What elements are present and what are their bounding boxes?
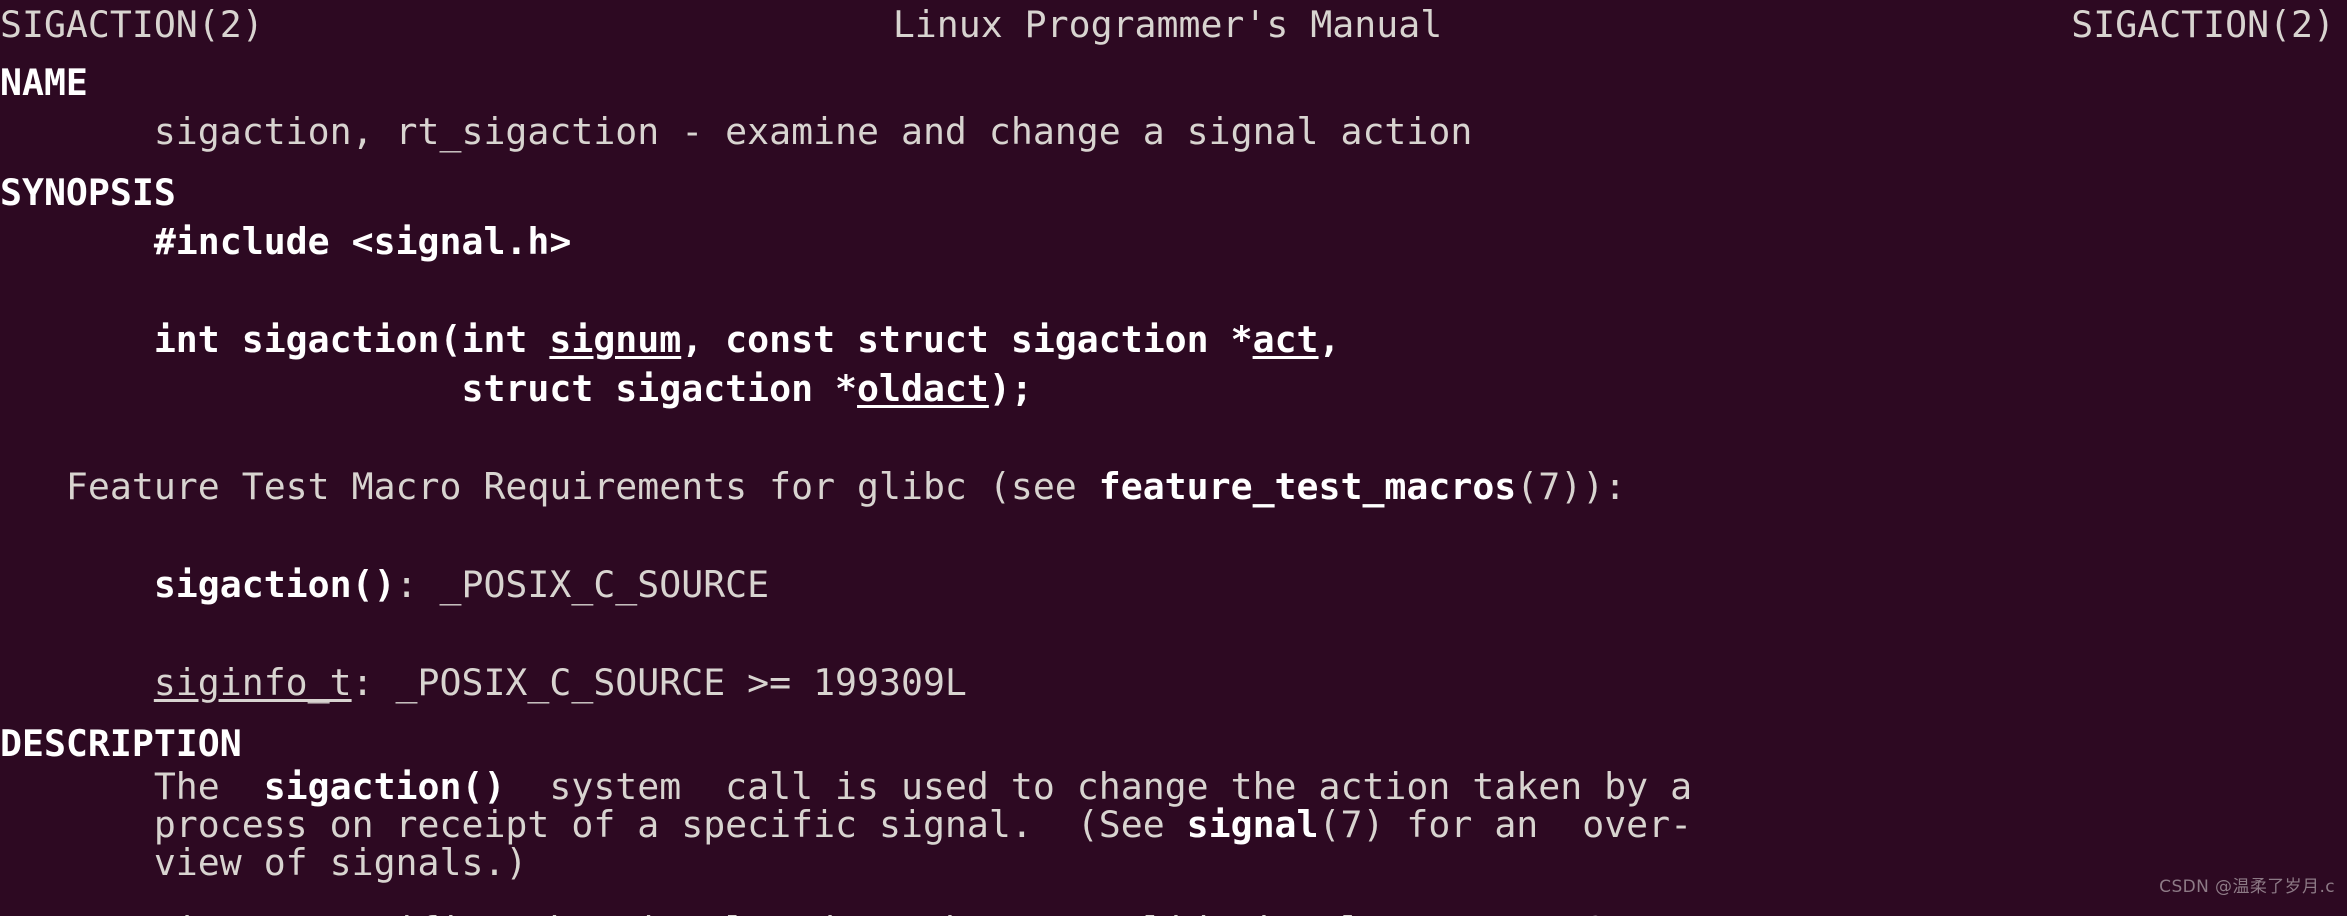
p2l1-middle-text: specifies the signal and can be any vali… bbox=[286, 909, 1539, 916]
synopsis-prototype-line-2: struct sigaction *oldact); bbox=[0, 364, 2347, 413]
req2-type-siginfo-t: siginfo_t bbox=[153, 661, 352, 704]
proto1-part-a: int sigaction(int bbox=[0, 318, 550, 361]
feature-test-macro-heading: Feature Test Macro Requirements for glib… bbox=[0, 462, 2347, 511]
feature-test-macros-link: feature_test_macros bbox=[1098, 465, 1517, 508]
p2l1-param-signum: signum bbox=[154, 909, 286, 916]
p1l1-part-b: system call is used to change the action… bbox=[505, 765, 1693, 808]
feature-part-b: (7)): bbox=[1516, 465, 1627, 508]
req1-indent bbox=[0, 563, 154, 606]
name-heading-text: NAME bbox=[0, 61, 88, 104]
synopsis-heading-text: SYNOPSIS bbox=[0, 171, 176, 214]
proto1-param-act: act bbox=[1252, 318, 1319, 361]
description-p1-line-1: The sigaction() system call is used to c… bbox=[0, 768, 2347, 806]
req1-macro-text: : _POSIX_C_SOURCE bbox=[395, 563, 770, 606]
description-p1-line-3: view of signals.) bbox=[0, 844, 2347, 882]
feature-part-a: Feature Test Macro Requirements for glib… bbox=[0, 465, 1099, 508]
p1l2-reference-signal: signal bbox=[1186, 803, 1319, 846]
proto2-part-a: struct sigaction * bbox=[0, 367, 858, 410]
proto2-part-b: ); bbox=[988, 367, 1033, 410]
p1l2-part-b: (7) for an over- bbox=[1318, 803, 1693, 846]
p1l3-text: view of signals.) bbox=[0, 841, 528, 884]
include-directive-text: #include <signal.h> bbox=[0, 220, 572, 263]
proto2-param-oldact: oldact bbox=[857, 367, 989, 410]
section-heading-description: DESCRIPTION bbox=[0, 719, 2347, 768]
header-center: Linux Programmer's Manual bbox=[892, 3, 1443, 46]
section-heading-synopsis: SYNOPSIS bbox=[0, 168, 2347, 217]
synopsis-prototype-line-1: int sigaction(int signum, const struct s… bbox=[0, 315, 2347, 364]
terminal-window: SIGACTION(2) Linux Programmer's Manual S… bbox=[0, 0, 2347, 916]
p1l1-function-sigaction: sigaction() bbox=[263, 765, 506, 808]
header-left: SIGACTION(2) bbox=[0, 3, 264, 46]
name-body-line: sigaction, rt_sigaction - examine and ch… bbox=[0, 107, 2347, 156]
synopsis-include-line: #include <signal.h> bbox=[0, 217, 2347, 266]
p1l2-part-a: process on receipt of a specific signal.… bbox=[0, 803, 1187, 846]
proto1-param-signum: signum bbox=[549, 318, 682, 361]
requirement-sigaction-line: sigaction(): _POSIX_C_SOURCE bbox=[0, 560, 2347, 609]
req2-macro-text: : _POSIX_C_SOURCE >= 199309L bbox=[351, 661, 967, 704]
requirement-siginfo-line: siginfo_t: _POSIX_C_SOURCE >= 199309L bbox=[0, 658, 2347, 707]
p1l1-part-a: The bbox=[0, 765, 264, 808]
csdn-watermark: CSDN @温柔了岁月.c bbox=[2159, 877, 2335, 897]
proto1-part-c: , bbox=[1318, 318, 1341, 361]
section-heading-name: NAME bbox=[0, 58, 2347, 107]
req1-function-name: sigaction() bbox=[153, 563, 396, 606]
name-body-text: sigaction, rt_sigaction - examine and ch… bbox=[0, 110, 1473, 153]
description-p2-line-1: signum specifies the signal and can be a… bbox=[0, 912, 2347, 916]
req2-indent bbox=[0, 661, 154, 704]
p2l1-signal-sigkill: SIGKILL bbox=[1538, 909, 1692, 916]
description-heading-text: DESCRIPTION bbox=[0, 722, 242, 765]
header-right: SIGACTION(2) bbox=[2071, 3, 2335, 46]
proto1-part-b: , const struct sigaction * bbox=[681, 318, 1253, 361]
description-p1-line-2: process on receipt of a specific signal.… bbox=[0, 806, 2347, 844]
manpage-header: SIGACTION(2) Linux Programmer's Manual S… bbox=[0, 0, 2335, 49]
p2l1-indent bbox=[0, 909, 154, 916]
